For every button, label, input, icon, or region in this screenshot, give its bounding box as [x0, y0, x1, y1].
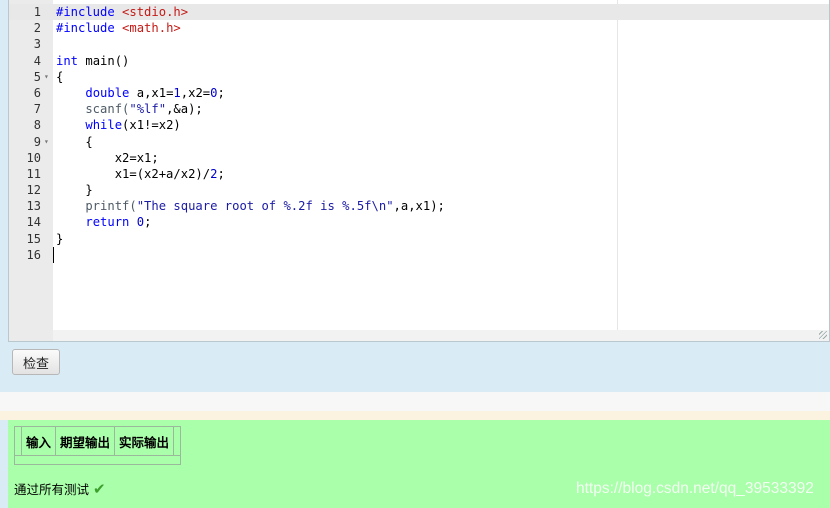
- code-line[interactable]: 3: [9, 36, 829, 52]
- fold-arrow-icon[interactable]: ▾: [44, 134, 49, 150]
- code-line[interactable]: 14 return 0;: [9, 214, 829, 230]
- line-number: 3: [33, 37, 41, 52]
- check-button[interactable]: 检查: [12, 349, 60, 375]
- pass-text: 通过所有测试: [14, 482, 90, 497]
- code-line[interactable]: 8 while(x1!=x2): [9, 117, 829, 133]
- code-line[interactable]: 6 double a,x1=1,x2=0;: [9, 85, 829, 101]
- code-line[interactable]: 4 int main(): [9, 53, 829, 69]
- line-number: 9: [33, 134, 41, 149]
- table-empty-cell: [13, 455, 182, 465]
- line-number: 15: [26, 231, 41, 246]
- code-text: return 0;: [85, 215, 152, 230]
- table-header-spacer: [173, 426, 182, 456]
- code-line[interactable]: 2 #include <math.h>: [9, 20, 829, 36]
- code-text: {: [56, 134, 93, 149]
- pass-message: 通过所有测试 ✔: [14, 479, 106, 498]
- line-number: 2: [33, 21, 41, 36]
- horizontal-scrollbar[interactable]: [53, 330, 829, 341]
- table-header-row: 输入 期望输出 实际输出: [14, 426, 182, 456]
- code-text: {: [56, 69, 64, 84]
- line-number: 7: [33, 102, 41, 117]
- checkmark-icon: ✔: [93, 479, 106, 498]
- code-text: x1=(x2+a/x2)/2;: [56, 166, 225, 181]
- line-number: 11: [26, 166, 41, 181]
- line-number: 5: [33, 69, 41, 84]
- table-header-spacer: [14, 426, 22, 456]
- code-line[interactable]: 11 x1=(x2+a/x2)/2;: [9, 166, 829, 182]
- line-number: 8: [33, 118, 41, 133]
- code-text: printf("The square root of %.2f is %.5f\…: [56, 199, 445, 214]
- code-lines[interactable]: 1 #include <stdio.h> 2 #include <math.h> 3 4 i…: [9, 4, 829, 263]
- line-number: 13: [26, 199, 41, 214]
- line-number: 6: [33, 85, 41, 100]
- code-line[interactable]: 9 ▾ {: [9, 134, 829, 150]
- code-line[interactable]: 7 scanf("%lf",&a);: [9, 101, 829, 117]
- line-number: 14: [26, 215, 41, 230]
- code-text: #include <stdio.h>: [56, 5, 189, 19]
- text-cursor: [53, 246, 54, 263]
- code-line[interactable]: 1 #include <stdio.h>: [9, 4, 829, 21]
- line-number: 12: [26, 183, 41, 198]
- resize-handle-icon[interactable]: [819, 331, 827, 339]
- result-table: 输入 期望输出 实际输出: [13, 426, 182, 465]
- line-number: 16: [26, 247, 41, 262]
- watermark: https://blog.csdn.net/qq_39533392: [576, 480, 814, 497]
- code-line[interactable]: 15}: [9, 231, 829, 247]
- table-row: [13, 455, 182, 465]
- line-number: 10: [26, 150, 41, 165]
- code-text: int main(): [56, 53, 130, 68]
- code-text: }: [56, 183, 93, 198]
- column-header-actual: 实际输出: [114, 426, 175, 456]
- code-text: while(x1!=x2): [85, 118, 181, 133]
- code-line[interactable]: 13 printf("The square root of %.2f is %.…: [9, 198, 829, 214]
- code-line[interactable]: 12 }: [9, 182, 829, 198]
- line-number: 1: [33, 5, 41, 19]
- separator-band-cream: [0, 411, 830, 420]
- code-text: #include <math.h>: [56, 21, 181, 36]
- code-text: x2=x1;: [56, 150, 159, 165]
- fold-arrow-icon[interactable]: ▾: [44, 69, 49, 85]
- code-text: }: [56, 231, 64, 246]
- separator-band: [0, 392, 830, 412]
- code-editor[interactable]: 1 #include <stdio.h> 2 #include <math.h> 3 4 i…: [8, 0, 830, 342]
- code-line[interactable]: 5 ▾ {: [9, 69, 829, 85]
- column-header-expected: 期望输出: [55, 426, 116, 456]
- code-text: double a,x1=1,x2=0;: [85, 85, 225, 100]
- code-line[interactable]: 16: [9, 246, 829, 263]
- column-header-input: 输入: [20, 426, 57, 456]
- code-line[interactable]: 10 x2=x1;: [9, 150, 829, 166]
- gutter-footer: [9, 330, 53, 341]
- line-number: 4: [33, 53, 41, 68]
- code-text: scanf("%lf",&a);: [56, 102, 203, 117]
